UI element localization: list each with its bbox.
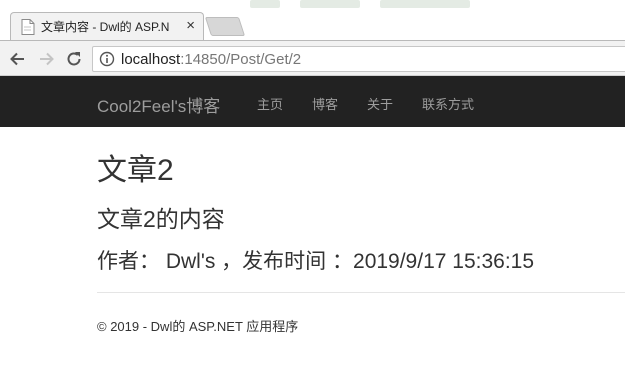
- url-path: :14850/Post/Get/2: [180, 50, 302, 68]
- browser-tab[interactable]: 文章内容 - Dwl的 ASP.N ×: [10, 12, 204, 40]
- nav-links: 主页 博客 关于 联系方式: [257, 94, 503, 113]
- blurred-background: [300, 0, 360, 8]
- page-favicon-icon: [21, 18, 35, 35]
- close-icon[interactable]: ×: [186, 18, 195, 34]
- nav-link-contact[interactable]: 联系方式: [422, 94, 474, 113]
- site-navbar: Cool2Feel's博客 主页 博客 关于 联系方式: [0, 76, 625, 127]
- post-body: 文章2的内容: [97, 206, 225, 232]
- nav-link-home[interactable]: 主页: [257, 94, 283, 113]
- url-text[interactable]: localhost:14850/Post/Get/2: [121, 51, 301, 68]
- address-bar[interactable]: localhost:14850/Post/Get/2: [92, 46, 625, 72]
- blurred-background: [380, 0, 470, 8]
- browser-toolbar: localhost:14850/Post/Get/2: [0, 40, 625, 76]
- info-icon[interactable]: [99, 51, 115, 67]
- nav-link-blog[interactable]: 博客: [312, 94, 338, 113]
- nav-link-about[interactable]: 关于: [367, 94, 393, 113]
- blurred-background: [250, 0, 280, 8]
- divider: [97, 292, 625, 293]
- new-tab-button[interactable]: [204, 17, 246, 36]
- tab-title: 文章内容 - Dwl的 ASP.N: [41, 20, 170, 34]
- brand-link[interactable]: Cool2Feel's博客: [97, 92, 220, 117]
- browser-tab-strip: 文章内容 - Dwl的 ASP.N ×: [0, 0, 625, 40]
- url-host: localhost: [121, 50, 181, 68]
- post-title: 文章2: [97, 154, 174, 187]
- post-meta: 作者： Dwl's ，发布时间 ：2019/9/17 15:36:15: [97, 250, 535, 273]
- footer-text: © 2019 - Dwl的 ASP.NET 应用程序: [97, 319, 299, 334]
- back-arrow-icon[interactable]: [8, 49, 28, 69]
- reload-icon[interactable]: [64, 49, 84, 69]
- forward-arrow-icon[interactable]: [36, 49, 56, 69]
